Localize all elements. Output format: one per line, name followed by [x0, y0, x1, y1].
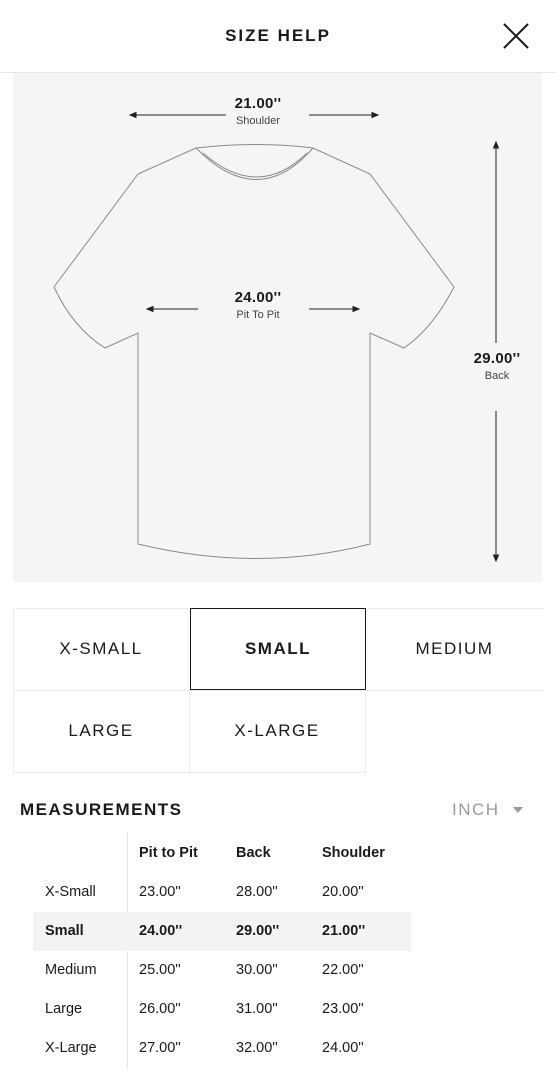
modal-header: SIZE HELP — [0, 0, 556, 73]
size-option-medium[interactable]: MEDIUM — [366, 608, 543, 690]
back-measure: 29.00'' Back — [457, 350, 537, 382]
table-row-selected: Small 24.00'' 29.00'' 21.00'' — [33, 912, 411, 951]
row-shoulder: 22.00'' — [322, 962, 364, 978]
row-size: X-Large — [45, 1040, 97, 1056]
row-pit: 27.00'' — [139, 1040, 181, 1056]
unit-dropdown[interactable]: INCH — [452, 800, 523, 820]
size-diagram: 21.00'' Shoulder 24.00'' Pit To Pit 29.0… — [13, 73, 542, 582]
back-label: Back — [484, 370, 510, 382]
size-option-small[interactable]: SMALL — [190, 608, 366, 690]
column-header-shoulder: Shoulder — [322, 845, 385, 861]
pit-to-pit-measure: 24.00'' Pit To Pit — [208, 289, 308, 321]
row-size: Large — [45, 1001, 83, 1017]
shoulder-label: Shoulder — [235, 115, 281, 127]
size-option-large[interactable]: LARGE — [13, 690, 189, 772]
row-pit: 24.00'' — [139, 923, 183, 939]
row-size: Small — [45, 923, 84, 939]
close-icon — [503, 23, 529, 49]
measurements-heading: MEASUREMENTS — [20, 800, 183, 819]
size-option-x-large[interactable]: X-LARGE — [189, 690, 365, 772]
row-back: 28.00'' — [236, 884, 278, 900]
divider — [365, 690, 366, 773]
size-option-x-small[interactable]: X-SMALL — [13, 608, 189, 690]
pit-to-pit-label: Pit To Pit — [236, 309, 280, 321]
row-size: X-Small — [45, 884, 96, 900]
column-header-pit-to-pit: Pit to Pit — [139, 845, 198, 861]
row-shoulder: 23.00'' — [322, 1001, 364, 1017]
table-row: X-Small 23.00'' 28.00'' 20.00'' — [33, 873, 411, 912]
row-size: Medium — [45, 962, 97, 978]
table-row: Medium 25.00'' 30.00'' 22.00'' — [33, 951, 411, 990]
table-row: X-Large 27.00'' 32.00'' 24.00'' — [33, 1029, 411, 1068]
page-title: SIZE HELP — [225, 26, 331, 45]
table-row: Large 26.00'' 31.00'' 23.00'' — [33, 990, 411, 1029]
unit-value: INCH — [452, 800, 500, 819]
back-value: 29.00'' — [473, 350, 521, 367]
chevron-down-icon — [512, 807, 523, 813]
row-back: 32.00'' — [236, 1040, 278, 1056]
row-shoulder: 24.00'' — [322, 1040, 364, 1056]
close-button[interactable] — [500, 20, 532, 52]
row-pit: 26.00'' — [139, 1001, 181, 1017]
pit-to-pit-value: 24.00'' — [234, 289, 282, 306]
shoulder-measure: 21.00'' Shoulder — [208, 95, 308, 127]
row-pit: 23.00'' — [139, 884, 181, 900]
row-pit: 25.00'' — [139, 962, 181, 978]
tshirt-illustration — [53, 111, 500, 563]
column-header-back: Back — [236, 845, 271, 861]
shoulder-value: 21.00'' — [234, 95, 282, 112]
row-back: 30.00'' — [236, 962, 278, 978]
row-shoulder: 20.00'' — [322, 884, 364, 900]
row-back: 31.00'' — [236, 1001, 278, 1017]
row-back: 29.00'' — [236, 923, 280, 939]
row-shoulder: 21.00'' — [322, 923, 366, 939]
